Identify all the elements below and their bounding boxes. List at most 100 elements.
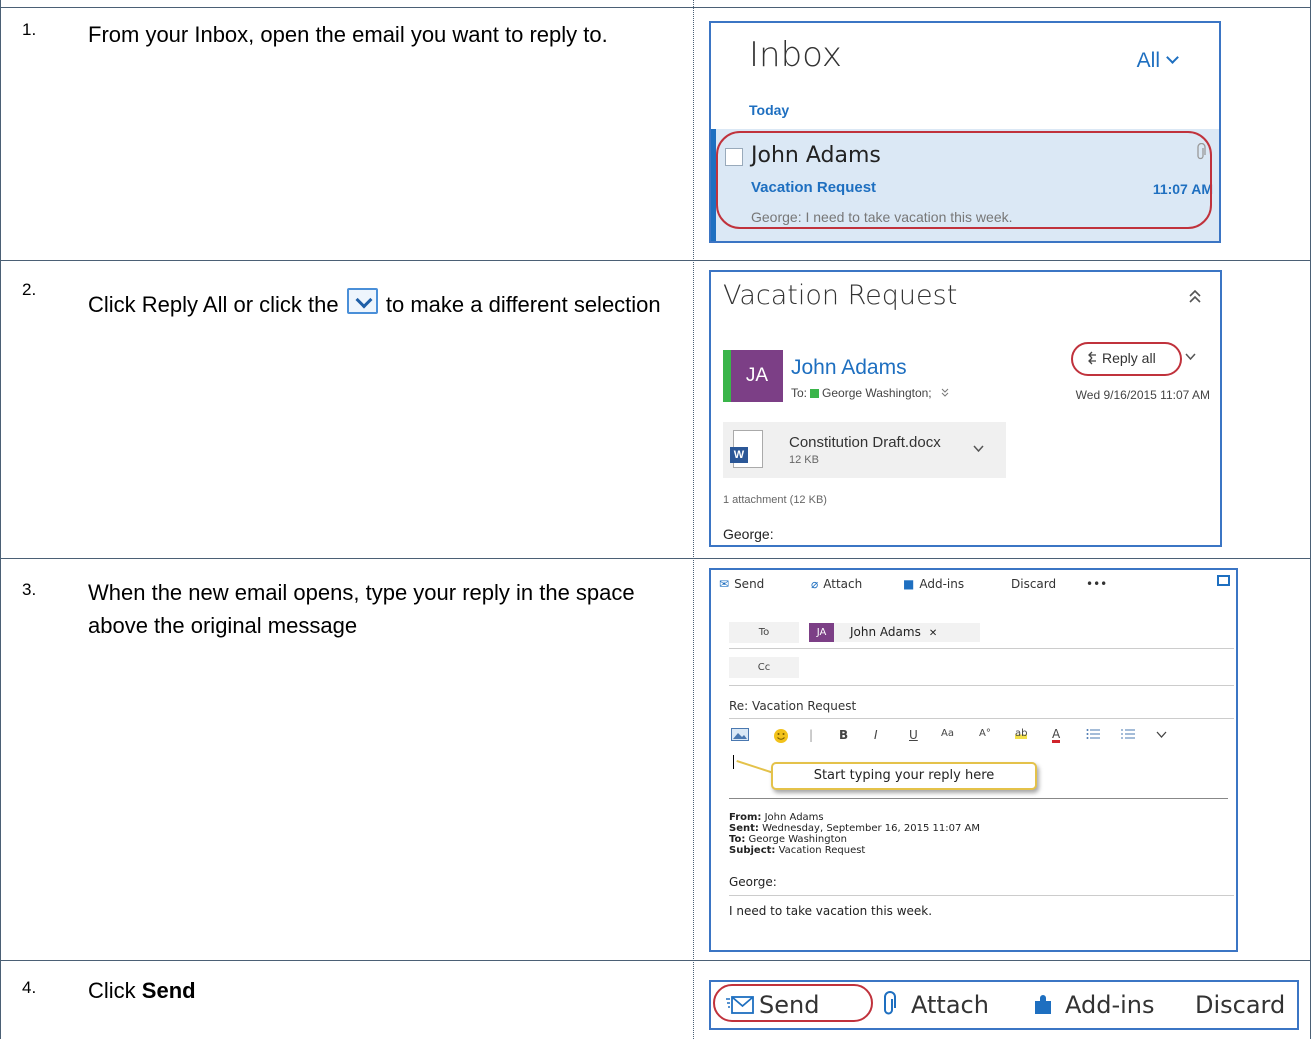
field-divider — [729, 685, 1234, 686]
toolbar-divider: | — [809, 728, 814, 742]
step-text-after: to make a different selection — [385, 292, 661, 317]
discard-button[interactable]: Discard — [1195, 991, 1285, 1019]
subject-field[interactable]: Re: Vacation Request — [729, 699, 856, 713]
group-header: Today — [749, 102, 790, 118]
to-field-button[interactable]: To — [729, 622, 799, 643]
pop-out-icon[interactable] — [1217, 575, 1230, 586]
hdr-label: Subject: — [729, 845, 776, 856]
add-ins-icon: ■ — [903, 577, 915, 591]
bold-button[interactable]: B — [839, 728, 848, 742]
original-to: To: George Washington — [729, 834, 847, 845]
step-text: When the new email opens, type your repl… — [88, 580, 635, 638]
highlight-circle — [716, 131, 1212, 229]
step-text-bold: Send — [141, 978, 196, 1003]
hdr-value: Wednesday, September 16, 2015 11:07 AM — [758, 823, 980, 834]
numbering-icon[interactable] — [1121, 728, 1135, 743]
reading-pane-screenshot: Vacation Request JA John Adams To: George… — [709, 270, 1222, 547]
hdr-value: Vacation Request — [775, 845, 866, 856]
highlight-circle — [713, 984, 873, 1022]
step-text-prefix: Click — [88, 978, 142, 1003]
chevron-down-icon — [1166, 51, 1179, 64]
word-document-icon: W — [730, 430, 763, 468]
more-options-button[interactable]: ••• — [1086, 577, 1107, 591]
add-ins-label: Add-ins — [1065, 991, 1155, 1019]
step-text: Click Reply All or click the to make a d… — [88, 288, 688, 321]
message-separator — [729, 798, 1228, 799]
hdr-label: Sent: — [729, 823, 759, 834]
original-subject: Subject: Vacation Request — [729, 845, 865, 856]
original-sent: Sent: Wednesday, September 16, 2015 11:0… — [729, 823, 980, 834]
paperclip-icon: ⌀ — [811, 577, 819, 591]
bullets-icon[interactable] — [1086, 728, 1100, 743]
emoji-icon[interactable] — [773, 728, 789, 747]
add-ins-icon — [1035, 995, 1051, 1014]
hdr-value: John Adams — [761, 812, 824, 823]
attach-button[interactable]: ⌀ Attach — [811, 577, 862, 591]
send-button[interactable]: ✉ Send — [719, 577, 764, 591]
send-icon: ✉ — [719, 577, 730, 591]
insert-picture-icon[interactable] — [731, 728, 749, 744]
filter-dropdown[interactable]: All — [1136, 49, 1179, 73]
attach-label: Attach — [823, 577, 863, 591]
highlight-button[interactable]: ab — [1015, 728, 1028, 739]
message-body-start: George: — [723, 526, 774, 542]
recipient-chip[interactable]: John Adams ✕ — [834, 623, 980, 642]
step-number: 3. — [22, 580, 37, 599]
cc-field-button[interactable]: Cc — [729, 657, 799, 678]
recipient-avatar: JA — [809, 623, 834, 642]
message-title: Vacation Request — [723, 280, 958, 311]
superscript-button[interactable]: A° — [979, 728, 991, 739]
collapse-icon[interactable] — [1188, 288, 1202, 309]
step-text-before: Click Reply All or click the — [88, 292, 339, 317]
attachment-count: 1 attachment (12 KB) — [723, 494, 827, 506]
table-border — [0, 260, 1311, 261]
attachment-name: Constitution Draft.docx — [789, 434, 941, 451]
table-border — [0, 7, 1311, 8]
font-color-button[interactable]: A — [1052, 728, 1061, 743]
chevron-down-icon[interactable] — [1185, 348, 1196, 364]
hdr-label: To: — [729, 834, 746, 845]
chevron-down-icon — [346, 288, 378, 314]
step-number: 1. — [22, 20, 37, 39]
inbox-title: Inbox — [749, 35, 843, 75]
table-border — [0, 960, 1311, 961]
expand-recipients-icon[interactable] — [941, 386, 949, 400]
discard-button[interactable]: Discard — [1011, 577, 1056, 591]
to-name: George Washington; — [822, 386, 932, 400]
remove-recipient-icon[interactable]: ✕ — [929, 628, 937, 639]
attach-button[interactable]: Attach — [881, 991, 989, 1019]
field-divider — [729, 648, 1234, 649]
table-border — [0, 0, 1, 1039]
add-ins-label: Add-ins — [919, 577, 965, 591]
step-text: From your Inbox, open the email you want… — [88, 22, 608, 47]
send-label: Send — [734, 577, 765, 591]
add-ins-button[interactable]: Add-ins — [1031, 991, 1155, 1019]
italic-button[interactable]: I — [874, 728, 878, 742]
recipient-line: To: George Washington; — [791, 386, 949, 400]
step-text: Click Send — [88, 974, 688, 1007]
step-number: 2. — [22, 280, 37, 299]
to-label: To: — [791, 386, 808, 400]
avatar: JA — [731, 350, 783, 402]
font-size-button[interactable]: Aa — [941, 728, 954, 739]
sender-name[interactable]: John Adams — [791, 356, 907, 380]
sender-presence-bar — [723, 350, 731, 402]
attach-label: Attach — [911, 991, 989, 1019]
add-ins-button[interactable]: ■ Add-ins — [903, 577, 964, 591]
filter-label: All — [1136, 49, 1160, 72]
underline-button[interactable]: U — [909, 728, 918, 742]
recipient-name: John Adams — [850, 625, 921, 639]
callout-tip: Start typing your reply here — [771, 762, 1037, 790]
original-from: From: John Adams — [729, 812, 824, 823]
table-border — [0, 558, 1311, 559]
original-greeting: George: — [729, 875, 777, 889]
hdr-label: From: — [729, 812, 762, 823]
chevron-down-icon[interactable] — [973, 440, 984, 456]
more-formatting-icon[interactable] — [1156, 728, 1167, 742]
attachment-size: 12 KB — [789, 454, 819, 466]
send-toolbar-screenshot: Send Attach Add-ins Discard — [709, 980, 1299, 1030]
presence-icon — [810, 389, 820, 398]
table-divider — [693, 0, 694, 1039]
attachment-card[interactable]: W Constitution Draft.docx 12 KB — [723, 422, 1006, 478]
body-divider — [729, 895, 1234, 896]
